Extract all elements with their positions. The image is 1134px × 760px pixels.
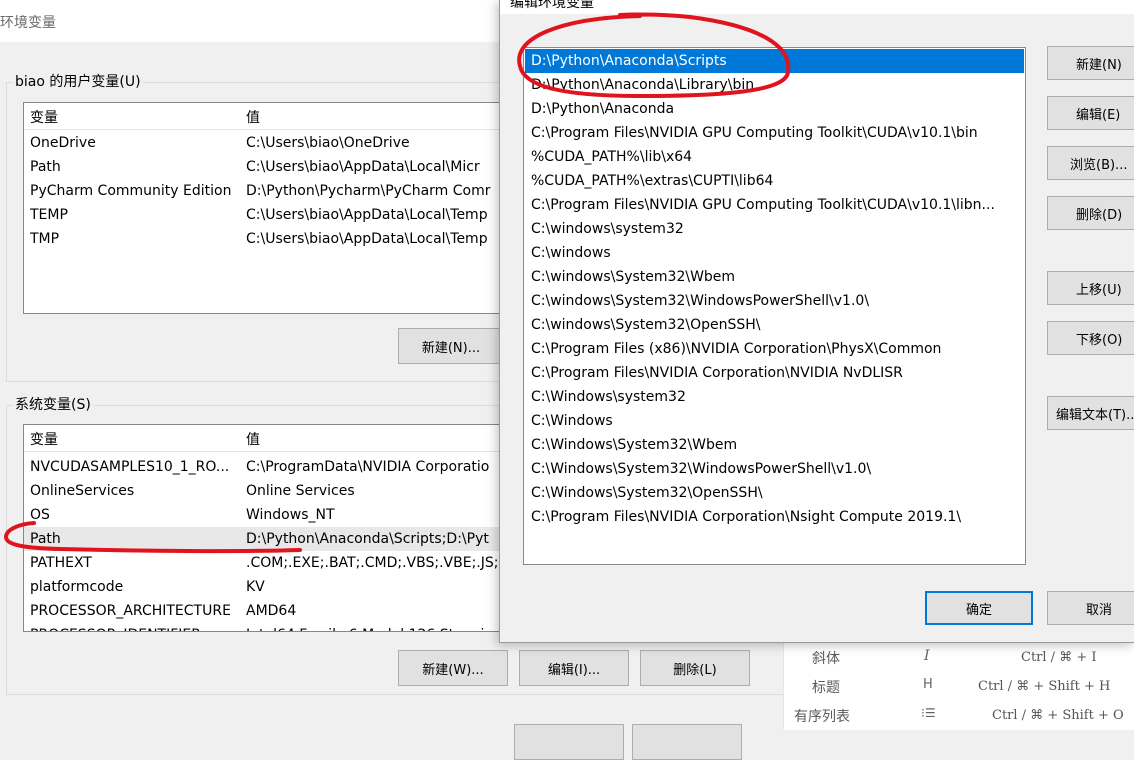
- shortcut-row: 标题 H Ctrl / ⌘ + Shift + H: [784, 677, 1134, 699]
- path-item[interactable]: C:\windows\System32\WindowsPowerShell\v1…: [525, 289, 1024, 313]
- path-item-selected[interactable]: D:\Python\Anaconda\Scripts: [525, 49, 1024, 73]
- path-item[interactable]: D:\Python\Anaconda: [525, 97, 1024, 121]
- variable-name: platformcode: [30, 579, 124, 595]
- ok-button[interactable]: 确定: [925, 591, 1033, 625]
- ordered-list-icon: ⁝☰: [921, 706, 936, 720]
- heading-icon: H: [923, 677, 933, 692]
- path-item[interactable]: C:\Program Files\NVIDIA GPU Computing To…: [525, 121, 1024, 145]
- system-delete-button[interactable]: 删除(L): [640, 650, 750, 686]
- system-edit-button[interactable]: 编辑(I)...: [519, 650, 629, 686]
- path-item[interactable]: C:\windows\System32\OpenSSH\: [525, 313, 1024, 337]
- path-item[interactable]: %CUDA_PATH%\extras\CUPTI\lib64: [525, 169, 1024, 193]
- dialog-footer-button[interactable]: [632, 724, 742, 760]
- italic-icon: I: [924, 648, 930, 664]
- delete-path-button[interactable]: 删除(D): [1047, 196, 1134, 230]
- edit-environment-variable-dialog: 编辑环境变量 D:\Python\Anaconda\Scripts D:\Pyt…: [499, 0, 1134, 643]
- edit-text-button[interactable]: 编辑文本(T)...: [1047, 396, 1134, 430]
- variable-name: PyCharm Community Edition: [30, 183, 232, 199]
- path-item[interactable]: C:\Program Files\NVIDIA Corporation\Nsig…: [525, 505, 1024, 529]
- variable-name: PATHEXT: [30, 555, 92, 571]
- variable-name: TMP: [30, 231, 60, 247]
- variable-name: TEMP: [30, 207, 68, 223]
- shortcut-keys: Ctrl / ⌘ + I: [1021, 650, 1097, 665]
- shortcut-row: 有序列表 ⁝☰ Ctrl / ⌘ + Shift + O: [784, 706, 1134, 728]
- edit-path-button[interactable]: 编辑(E): [1047, 96, 1134, 130]
- move-up-button[interactable]: 上移(U): [1047, 271, 1134, 305]
- user-new-button[interactable]: 新建(N)...: [398, 328, 504, 364]
- new-path-button[interactable]: 新建(N): [1047, 46, 1134, 80]
- path-item[interactable]: C:\Windows\System32\OpenSSH\: [525, 481, 1024, 505]
- path-item[interactable]: C:\Program Files (x86)\NVIDIA Corporatio…: [525, 337, 1024, 361]
- path-item[interactable]: C:\Windows\System32\WindowsPowerShell\v1…: [525, 457, 1024, 481]
- shortcut-keys: Ctrl / ⌘ + Shift + O: [992, 708, 1124, 723]
- path-item[interactable]: C:\Program Files\NVIDIA GPU Computing To…: [525, 193, 1024, 217]
- path-item[interactable]: C:\Windows\system32: [525, 385, 1024, 409]
- path-item[interactable]: C:\Windows\System32\Wbem: [525, 433, 1024, 457]
- system-variables-label: 系统变量(S): [13, 394, 93, 414]
- path-item[interactable]: D:\Python\Anaconda\Library\bin: [525, 73, 1024, 97]
- browse-button[interactable]: 浏览(B)...: [1047, 146, 1134, 180]
- dialog-title: 环境变量: [0, 15, 56, 31]
- variable-name: PROCESSOR_ARCHITECTURE: [30, 603, 231, 619]
- path-item[interactable]: C:\windows\System32\Wbem: [525, 265, 1024, 289]
- variable-name: Path: [30, 531, 61, 547]
- user-variables-label: biao 的用户变量(U): [13, 71, 143, 91]
- path-item[interactable]: C:\windows\system32: [525, 217, 1024, 241]
- variable-name: NVCUDASAMPLES10_1_RO...: [30, 459, 230, 475]
- cancel-button[interactable]: 取消: [1047, 591, 1134, 625]
- variable-name: Path: [30, 159, 61, 175]
- path-item[interactable]: C:\windows: [525, 241, 1024, 265]
- edit-dialog-title: 编辑环境变量: [510, 0, 594, 11]
- path-item[interactable]: C:\Windows: [525, 409, 1024, 433]
- variable-name: OS: [30, 507, 50, 523]
- shortcuts-panel: 斜体 I Ctrl / ⌘ + I 标题 H Ctrl / ⌘ + Shift …: [783, 640, 1134, 730]
- column-header-name[interactable]: 变量: [30, 106, 244, 130]
- shortcut-keys: Ctrl / ⌘ + Shift + H: [978, 679, 1111, 694]
- edit-dialog-titlebar: 编辑环境变量: [500, 0, 1134, 14]
- path-item[interactable]: C:\Program Files\NVIDIA Corporation\NVID…: [525, 361, 1024, 385]
- variable-name: PROCESSOR_IDENTIFIER: [30, 623, 244, 631]
- system-new-button[interactable]: 新建(W)...: [398, 650, 508, 686]
- path-list[interactable]: D:\Python\Anaconda\Scripts D:\Python\Ana…: [523, 47, 1026, 565]
- shortcut-label: 有序列表: [794, 709, 850, 725]
- path-item[interactable]: %CUDA_PATH%\lib\x64: [525, 145, 1024, 169]
- variable-name: OnlineServices: [30, 483, 135, 499]
- dialog-footer-button[interactable]: [514, 724, 624, 760]
- shortcut-row: 斜体 I Ctrl / ⌘ + I: [784, 648, 1134, 670]
- shortcut-label: 标题: [812, 680, 840, 696]
- variable-name: OneDrive: [30, 135, 96, 151]
- column-header-name[interactable]: 变量: [30, 428, 244, 452]
- move-down-button[interactable]: 下移(O): [1047, 321, 1134, 355]
- shortcut-label: 斜体: [812, 651, 840, 667]
